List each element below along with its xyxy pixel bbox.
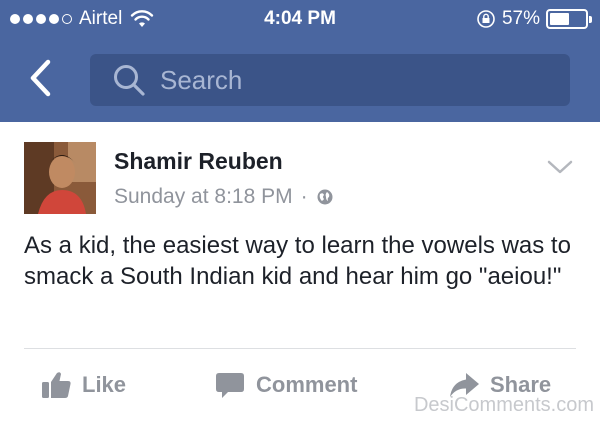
- comment-button[interactable]: Comment: [214, 362, 357, 408]
- battery-level-fill: [550, 13, 570, 25]
- watermark-text: DesiComments.com: [413, 394, 594, 416]
- comment-label: Comment: [256, 372, 358, 397]
- meta-separator: ·: [300, 185, 308, 208]
- post-timestamp[interactable]: Sunday at 8:18 PM: [114, 185, 293, 209]
- search-input[interactable]: [160, 64, 540, 96]
- comment-bubble-icon: [216, 373, 244, 398]
- chevron-down-icon[interactable]: [546, 158, 574, 176]
- top-navigation-bar: Airtel 4:04 PM 57%: [0, 0, 600, 122]
- post-body-text: As a kid, the easiest way to learn the v…: [24, 232, 571, 290]
- back-arrow-icon[interactable]: [26, 58, 56, 98]
- rotation-lock-icon: [477, 10, 495, 28]
- status-right: 57%: [476, 8, 592, 30]
- globe-icon: [317, 189, 333, 205]
- thumbs-up-icon: [42, 372, 71, 398]
- author-name[interactable]: Shamir Reuben: [114, 148, 283, 175]
- divider: [24, 348, 576, 349]
- status-bar: Airtel 4:04 PM 57%: [0, 0, 600, 40]
- post-meta: Sunday at 8:18 PM ·: [114, 185, 334, 209]
- feed-post: Shamir Reuben Sunday at 8:18 PM · As a k…: [0, 122, 600, 422]
- profile-photo: [24, 142, 96, 214]
- search-icon: [114, 65, 145, 96]
- like-button[interactable]: Like: [40, 362, 126, 408]
- avatar[interactable]: [24, 142, 96, 214]
- battery-percent: 57%: [501, 8, 540, 29]
- search-bar[interactable]: [90, 54, 570, 106]
- battery-icon: [546, 9, 592, 29]
- like-label: Like: [82, 372, 127, 397]
